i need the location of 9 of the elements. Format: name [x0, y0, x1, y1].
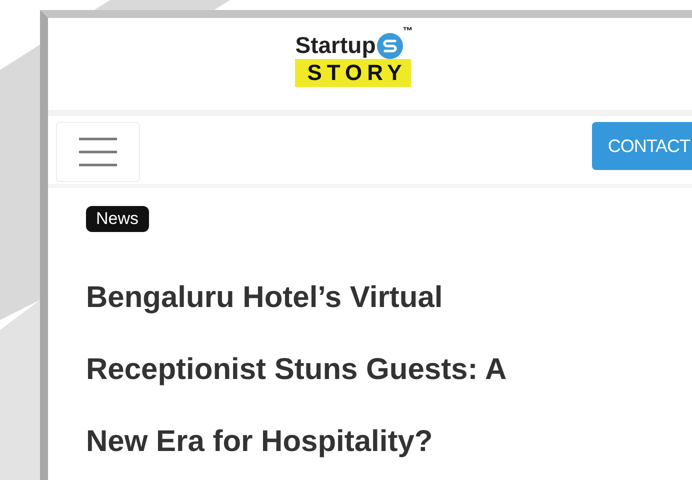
logo-word: Startup	[295, 32, 376, 59]
logo-tagline: STORY	[295, 59, 411, 87]
menu-icon	[79, 137, 117, 167]
trademark-mark: ™	[402, 26, 413, 37]
logo-s-icon	[376, 32, 403, 58]
menu-button[interactable]	[56, 122, 140, 182]
article-headline: Bengaluru Hotel’s Virtual Receptionist Stuns Guests: A New Era for Hospitality?	[86, 280, 507, 460]
category-badge: News	[86, 206, 149, 232]
contact-button[interactable]: CONTACT	[592, 122, 692, 170]
